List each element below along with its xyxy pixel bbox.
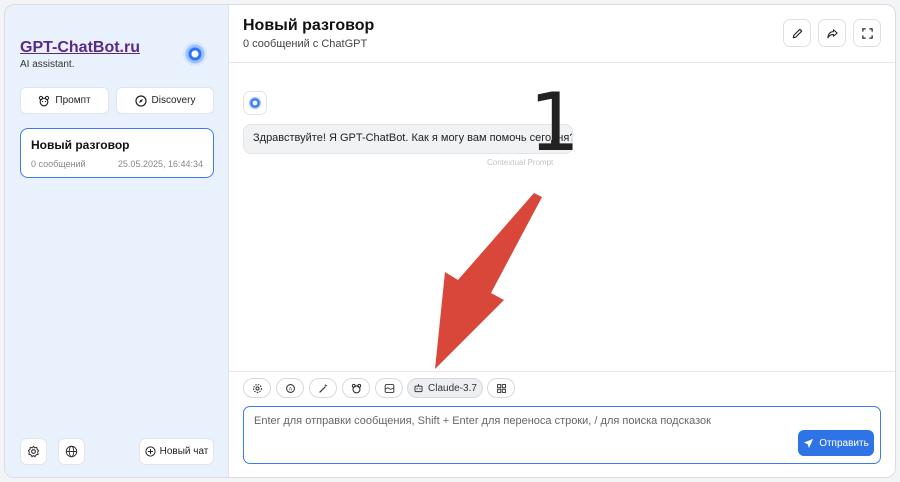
magic-tool[interactable] <box>309 378 337 398</box>
message-input[interactable] <box>254 415 794 427</box>
theme-tool[interactable]: A <box>276 378 304 398</box>
plus-circle-icon <box>145 446 156 457</box>
shortcuts-tool[interactable] <box>487 378 515 398</box>
chat-list-item[interactable]: Новый разговор 0 сообщений 25.05.2025, 1… <box>20 128 214 178</box>
gear-icon <box>252 383 263 394</box>
bear-icon <box>351 383 362 394</box>
discovery-label: Discovery <box>151 95 196 106</box>
grid-icon <box>496 383 507 394</box>
magic-wand-icon <box>318 383 329 394</box>
clear-context-tool[interactable] <box>375 378 403 398</box>
annotation-arrow-shape <box>435 193 542 369</box>
new-chat-button[interactable]: Новый чат <box>139 438 214 465</box>
message-input-container: Отправить <box>243 406 881 464</box>
globe-icon <box>65 445 78 458</box>
language-button[interactable] <box>58 438 85 465</box>
discovery-button[interactable]: Discovery <box>116 87 214 114</box>
model-label: Claude-3.7 <box>428 382 477 394</box>
chat-message-count: 0 сообщений <box>31 159 86 169</box>
auto-theme-icon: A <box>285 383 296 394</box>
new-chat-label: Новый чат <box>159 446 209 457</box>
robot-icon <box>413 383 424 394</box>
chat-date: 25.05.2025, 16:44:34 <box>117 159 203 169</box>
prompt-button[interactable]: Промпт <box>20 87 109 114</box>
send-button[interactable]: Отправить <box>798 430 874 456</box>
chat-title: Новый разговор <box>31 138 130 152</box>
model-selector[interactable]: Claude-3.7 <box>407 378 483 398</box>
app-window: GPT-ChatBot.ru AI assistant. Промпт Disc… <box>4 4 896 478</box>
sidebar: GPT-ChatBot.ru AI assistant. Промпт Disc… <box>5 5 229 477</box>
gear-icon <box>27 445 40 458</box>
chat-settings-tool[interactable] <box>243 378 271 398</box>
compass-icon <box>134 94 147 107</box>
brand-subtitle: AI assistant. <box>20 59 75 70</box>
prompt-label: Промпт <box>55 95 91 106</box>
brand-logo-icon <box>183 42 207 66</box>
brand-title[interactable]: GPT-ChatBot.ru <box>20 39 140 57</box>
bear-icon <box>38 95 50 107</box>
send-label: Отправить <box>819 437 869 449</box>
chat-main: Новый разговор 0 сообщений с ChatGPT Здр… <box>229 5 895 477</box>
break-icon <box>384 383 395 394</box>
send-icon <box>803 438 814 449</box>
settings-button[interactable] <box>20 438 47 465</box>
mask-tool[interactable] <box>342 378 370 398</box>
toolbar-divider <box>229 371 895 372</box>
